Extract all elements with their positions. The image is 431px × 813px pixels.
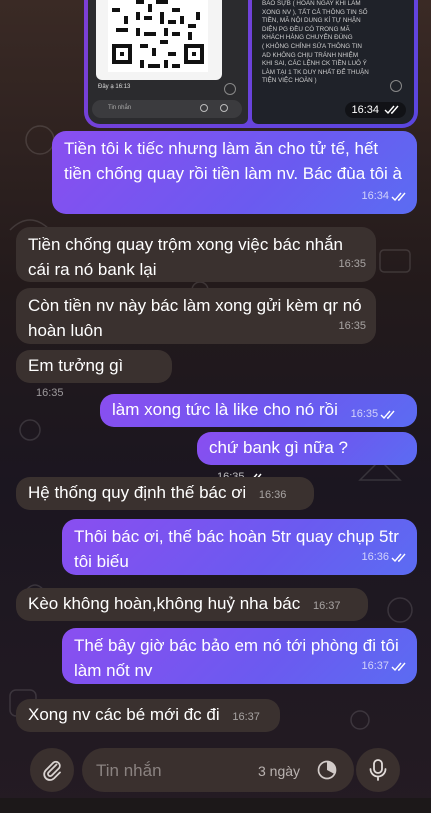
message-time: 16:36 <box>361 551 389 563</box>
message-incoming[interactable]: Kèo không hoàn,không huỷ nha bác 16:37 <box>16 588 368 621</box>
message-meta: 16:35 <box>330 314 366 339</box>
document-text: BÁO SỰB ( HOÀN NGAY KHI LÀM XONG NV ), T… <box>262 0 369 85</box>
paperclip-icon <box>43 760 61 781</box>
read-checkmarks-icon <box>384 105 399 115</box>
message-text: Thôi bác ơi, thế bác hoàn 5tr quay chụp … <box>74 527 399 571</box>
forwarded-media-album[interactable]: Đây ạ 16:13 Tin nhắn BÁO SỰB ( HOÀN NGAY… <box>84 0 418 128</box>
message-meta: 16:35 <box>330 252 366 277</box>
message-time: 16:35 <box>350 408 379 420</box>
message-text: chứ bank gì nữa ? <box>209 438 349 457</box>
chevron-down-icon <box>224 83 236 95</box>
bottom-safe-area <box>0 798 431 813</box>
message-outgoing[interactable]: Tiền tôi k tiếc nhưng làm ăn cho tử tế, … <box>52 131 417 214</box>
message-text: Hệ thống quy định thế bác ơi <box>28 483 247 502</box>
message-outgoing[interactable]: chứ bank gì nữa ? 16:35 <box>197 432 417 483</box>
qr-code-image <box>108 0 208 72</box>
screenshot-thumbnail-qr[interactable]: Đây ạ 16:13 Tin nhắn <box>88 0 248 124</box>
message-time: 16:36 <box>258 489 287 501</box>
message-meta: 16:37 <box>353 654 407 679</box>
chevron-down-icon <box>390 80 402 92</box>
message-time: 16:37 <box>312 600 341 612</box>
read-checkmarks-icon <box>391 553 406 562</box>
message-text: Tiền chống quay trộm xong việc bác nhắn … <box>28 235 344 279</box>
message-text: Thế bây giờ bác bảo em nó tới phòng đi t… <box>74 636 399 680</box>
message-time: 16:34 <box>361 190 389 202</box>
message-meta: 16:35 <box>343 402 397 427</box>
message-composer: Tin nhắn 3 ngày <box>0 742 431 798</box>
message-meta: 16:36 <box>353 545 407 570</box>
microphone-icon <box>369 759 387 781</box>
message-incoming[interactable]: Còn tiền nv này bác làm xong gửi kèm qr … <box>16 288 376 344</box>
message-meta: 16:34 <box>353 184 407 209</box>
message-outgoing[interactable]: Thế bây giờ bác bảo em nó tới phòng đi t… <box>62 628 417 684</box>
thumbnail-timer-icon <box>200 104 208 112</box>
message-outgoing[interactable]: làm xong tức là like cho nó rồi 16:35 <box>100 394 417 427</box>
message-input-placeholder: Tin nhắn <box>96 761 162 780</box>
timer-icon[interactable] <box>316 759 338 781</box>
message-incoming[interactable]: Em tưởng gì 16:35 <box>16 350 172 399</box>
message-text: Kèo không hoàn,không huỷ nha bác <box>28 594 301 613</box>
read-checkmarks-icon <box>391 662 406 671</box>
auto-delete-timer-label[interactable]: 3 ngày <box>258 763 300 779</box>
message-time: 16:35 <box>338 320 366 332</box>
qr-code-card <box>96 0 222 80</box>
media-timestamp: 16:34 <box>345 102 406 118</box>
read-checkmarks-icon <box>380 410 395 419</box>
message-time: 16:35 <box>338 258 366 270</box>
message-text: Tiền tôi k tiếc nhưng làm ăn cho tử tế, … <box>64 139 402 183</box>
read-checkmarks-icon <box>391 192 406 201</box>
attach-button[interactable] <box>30 748 74 792</box>
message-text: làm xong tức là like cho nó rồi <box>112 400 338 419</box>
message-incoming[interactable]: Tiền chống quay trộm xong việc bác nhắn … <box>16 227 376 282</box>
message-text: Em tưởng gì <box>28 356 124 375</box>
message-text: Còn tiền nv này bác làm xong gửi kèm qr … <box>28 296 362 340</box>
message-time: 16:35 <box>36 387 64 399</box>
thumbnail-mic-icon <box>220 104 228 112</box>
message-incoming[interactable]: Hệ thống quy định thế bác ơi 16:36 <box>16 477 314 510</box>
voice-record-button[interactable] <box>356 748 400 792</box>
screenshot-thumbnail-text[interactable]: BÁO SỰB ( HOÀN NGAY KHI LÀM XONG NV ), T… <box>252 0 414 124</box>
message-time: 16:37 <box>361 660 389 672</box>
message-time: 16:37 <box>232 711 260 723</box>
message-incoming[interactable]: Xong nv các bé mới đc đi 16:37 <box>16 699 280 732</box>
message-text: Xong nv các bé mới đc đi <box>28 705 220 724</box>
thumbnail-caption: Đây ạ 16:13 <box>98 84 131 90</box>
message-outgoing[interactable]: Thôi bác ơi, thế bác hoàn 5tr quay chụp … <box>62 519 417 575</box>
message-input[interactable]: Tin nhắn 3 ngày <box>82 748 354 792</box>
